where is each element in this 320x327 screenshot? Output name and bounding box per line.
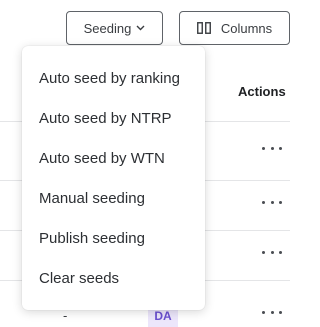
menu-item-manual-seeding[interactable]: Manual seeding [22,178,205,218]
actions-column-header: Actions [238,84,286,99]
menu-item-publish-seeding[interactable]: Publish seeding [22,218,205,258]
seeding-button-label: Seeding [83,20,132,36]
menu-item-clear-seeds[interactable]: Clear seeds [22,258,205,298]
table-cell-value: - [63,308,68,323]
columns-button-label: Columns [220,20,273,36]
row-actions-more-icon[interactable] [262,197,282,207]
seeding-dropdown-menu: Auto seed by ranking Auto seed by NTRP A… [22,46,205,310]
row-actions-more-icon[interactable] [262,307,282,317]
row-actions-more-icon[interactable] [262,247,282,257]
menu-item-auto-seed-ntrp[interactable]: Auto seed by NTRP [22,98,205,138]
menu-item-auto-seed-ranking[interactable]: Auto seed by ranking [22,58,205,98]
menu-item-auto-seed-wtn[interactable]: Auto seed by WTN [22,138,205,178]
chevron-down-icon [136,25,145,31]
row-actions-more-icon[interactable] [262,143,282,153]
seeding-dropdown-button[interactable]: Seeding [66,11,163,45]
columns-button[interactable]: Columns [179,11,290,45]
columns-icon [196,22,211,34]
